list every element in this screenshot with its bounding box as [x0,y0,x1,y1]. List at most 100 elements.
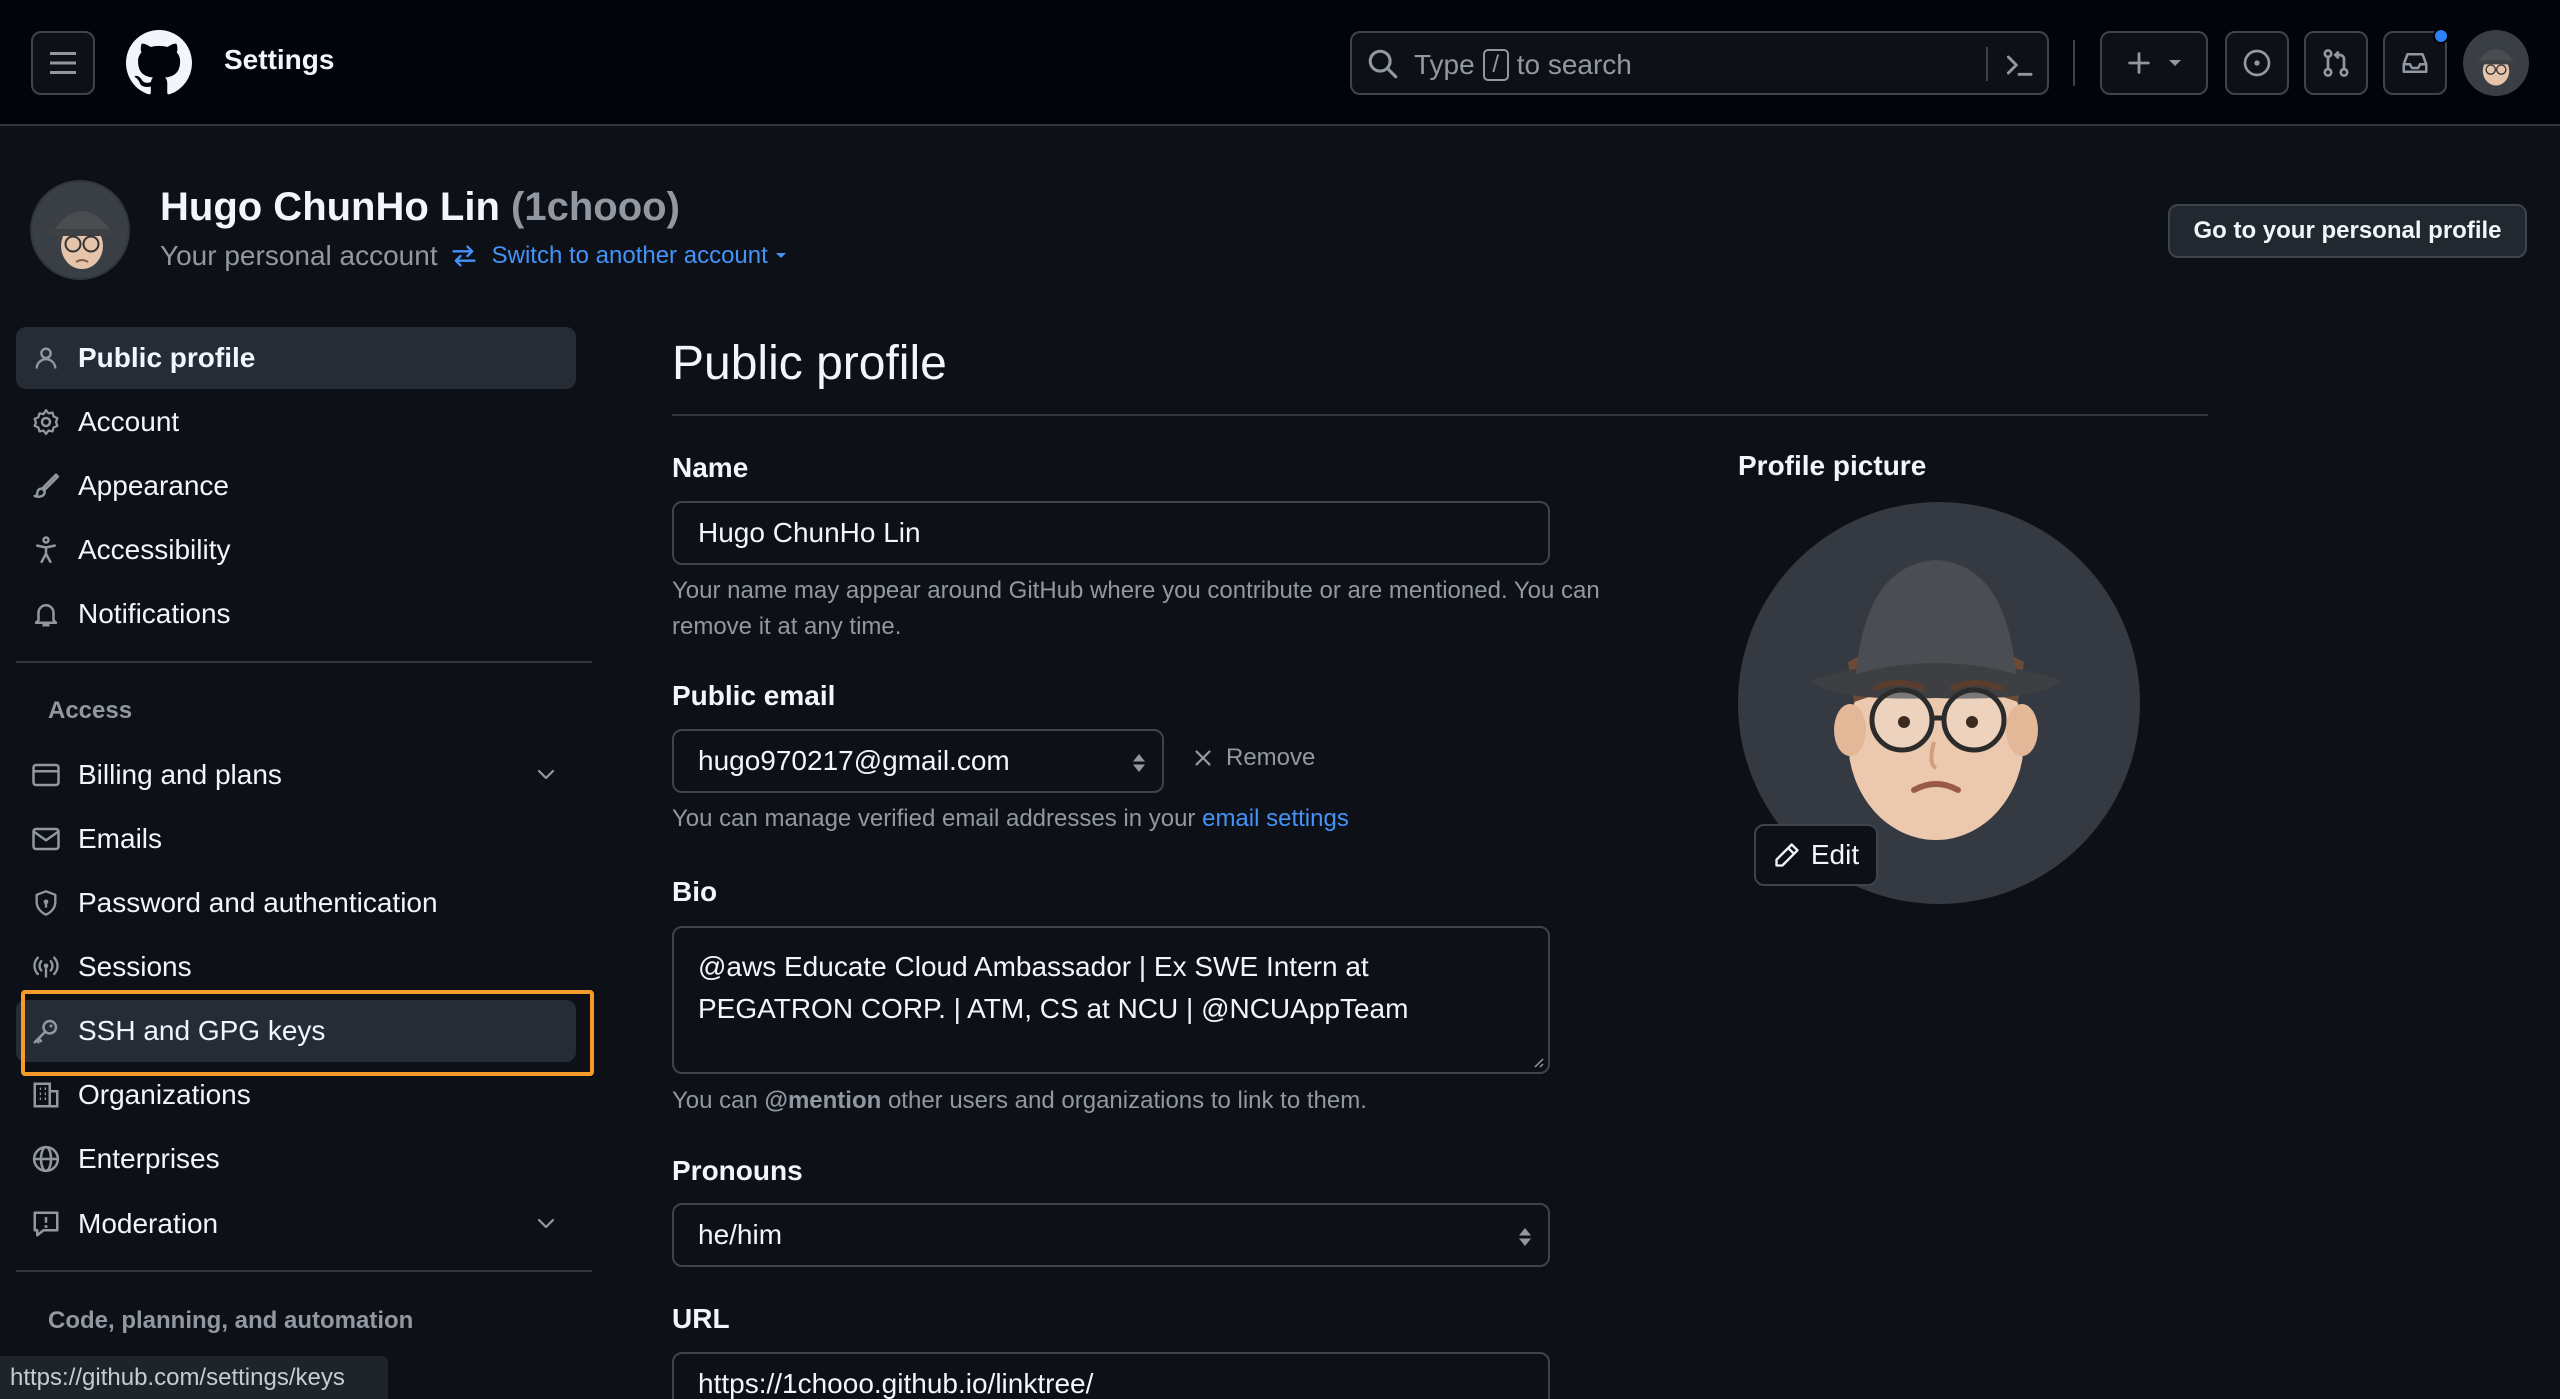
report-icon [33,1211,59,1237]
bio-note-suffix: other users and organizations to link to… [887,1087,1367,1114]
account-subtitle-row: Your personal account Switch to another … [160,240,788,272]
globe-icon [32,1145,60,1173]
inbox-icon [2402,53,2428,73]
switch-account-link[interactable]: Switch to another account [450,242,788,270]
organization-icon [33,1082,59,1108]
search-placeholder-suffix: to search [1516,49,1632,80]
sidebar-item-label: SSH and GPG keys [78,1015,326,1046]
switch-account-label: Switch to another account [491,242,768,269]
sidebar-item-organizations[interactable]: Organizations [16,1064,576,1126]
public-email-value: hugo970217@gmail.com [698,745,1010,776]
github-logo-icon[interactable] [126,30,192,96]
pronouns-label: Pronouns [672,1155,803,1186]
search-shortcut-key: / [1482,49,1509,81]
menu-button[interactable] [31,31,95,95]
sidebar-item-billing[interactable]: Billing and plans [16,744,576,806]
account-display-name: Hugo ChunHo Lin (1chooo) [160,185,680,230]
page-context-title: Settings [224,44,335,75]
sidebar-item-label: Sessions [78,951,192,982]
resize-handle-icon[interactable] [1530,1054,1544,1068]
sidebar-item-moderation[interactable]: Moderation [16,1193,576,1255]
sidebar-item-label: Public profile [78,342,256,373]
top-header: Settings Type / to search [0,0,2560,126]
bio-textarea[interactable]: @aws Educate Cloud Ambassador | Ex SWE I… [672,926,1550,1074]
name-field[interactable]: Hugo ChunHo Lin [672,501,1550,565]
public-email-select[interactable]: hugo970217@gmail.com [672,729,1164,793]
remove-email-button[interactable]: Remove [1192,744,1315,772]
chevron-down-icon [537,1218,555,1229]
sidebar-item-sessions[interactable]: Sessions [16,936,576,998]
account-avatar [30,180,130,280]
public-email-label: Public email [672,680,836,711]
pencil-icon [1775,843,1799,867]
person-icon [35,347,57,369]
email-help-text: You can manage verified email addresses … [672,801,1349,837]
page-title: Public profile [672,337,947,390]
mail-icon [32,827,60,851]
chevron-down-icon [537,769,555,780]
email-settings-link[interactable]: email settings [1202,805,1349,832]
bio-note-prefix: You can [672,1087,758,1114]
close-icon [1195,750,1211,766]
pull-requests-icon [2323,49,2349,77]
account-name: Hugo ChunHo Lin [160,185,500,229]
issues-icon [2243,49,2271,77]
bio-label: Bio [672,876,718,907]
sidebar-item-accessibility[interactable]: Accessibility [16,519,576,581]
sidebar-divider [16,1270,592,1272]
command-palette-icon[interactable] [2002,49,2036,81]
sidebar-item-label: Account [78,406,180,437]
go-to-profile-button[interactable]: Go to your personal profile [2168,204,2527,258]
name-help-text: Your name may appear around GitHub where… [672,577,1600,640]
user-avatar-menu[interactable] [2463,30,2529,96]
search-input[interactable]: Type / to search [1350,31,2049,95]
name-value: Hugo ChunHo Lin [698,517,921,548]
accessibility-icon [36,536,56,564]
triangle-down-icon [2169,60,2181,66]
title-divider [672,414,2208,416]
avatar-memoji-icon [46,211,118,269]
sidebar-item-label: Billing and plans [78,759,282,790]
url-label: URL [672,1303,730,1334]
profile-picture-label: Profile picture [1738,450,1927,481]
search-placeholder-prefix: Type [1414,49,1475,80]
sidebar-group-access: Access [48,697,133,724]
select-arrows-icon [1133,754,1145,772]
sidebar-item-ssh-gpg-keys[interactable]: SSH and GPG keys [16,1000,576,1062]
pronouns-select[interactable]: he/him [672,1203,1550,1267]
edit-profile-picture-button[interactable]: Edit [1754,824,1878,886]
bio-note-mention: @mention [764,1087,882,1114]
sidebar-divider [16,661,592,663]
triangle-down-icon [775,253,786,258]
url-field[interactable]: https://1chooo.github.io/linktree/ [672,1352,1550,1399]
bio-help-text: You can @mention other users and organiz… [672,1083,1367,1119]
url-value: https://1chooo.github.io/linktree/ [698,1368,1094,1399]
shield-icon [35,890,57,916]
arrow-switch-icon [451,245,476,267]
sidebar-item-label: Organizations [78,1079,251,1110]
plus-icon [2128,52,2150,74]
search-divider [1986,47,1988,81]
sidebar-item-label: Enterprises [78,1143,220,1174]
pronouns-value: he/him [698,1219,783,1250]
create-new-button[interactable] [2100,31,2208,95]
credit-card-icon [32,763,60,787]
sidebar-item-notifications[interactable]: Notifications [16,583,576,645]
email-note-text: You can manage verified email addresses … [672,805,1196,832]
search-icon [1368,49,1398,79]
sidebar-item-appearance[interactable]: Appearance [16,455,576,517]
sidebar-item-emails[interactable]: Emails [16,808,576,870]
sidebar-item-enterprises[interactable]: Enterprises [16,1128,576,1190]
sidebar-item-label: Moderation [78,1208,219,1239]
sidebar-item-label: Notifications [78,598,231,629]
sidebar-item-label: Appearance [78,470,230,501]
sidebar-item-account[interactable]: Account [16,391,576,453]
issues-button[interactable] [2225,31,2289,95]
pull-requests-button[interactable] [2304,31,2368,95]
paintbrush-icon [33,473,60,498]
link-preview-statusbar: https://github.com/settings/keys [0,1356,388,1399]
sidebar-item-public-profile[interactable]: Public profile [16,327,576,389]
name-label: Name [672,452,749,483]
avatar-memoji-icon [2474,49,2518,86]
sidebar-item-password[interactable]: Password and authentication [16,872,576,934]
